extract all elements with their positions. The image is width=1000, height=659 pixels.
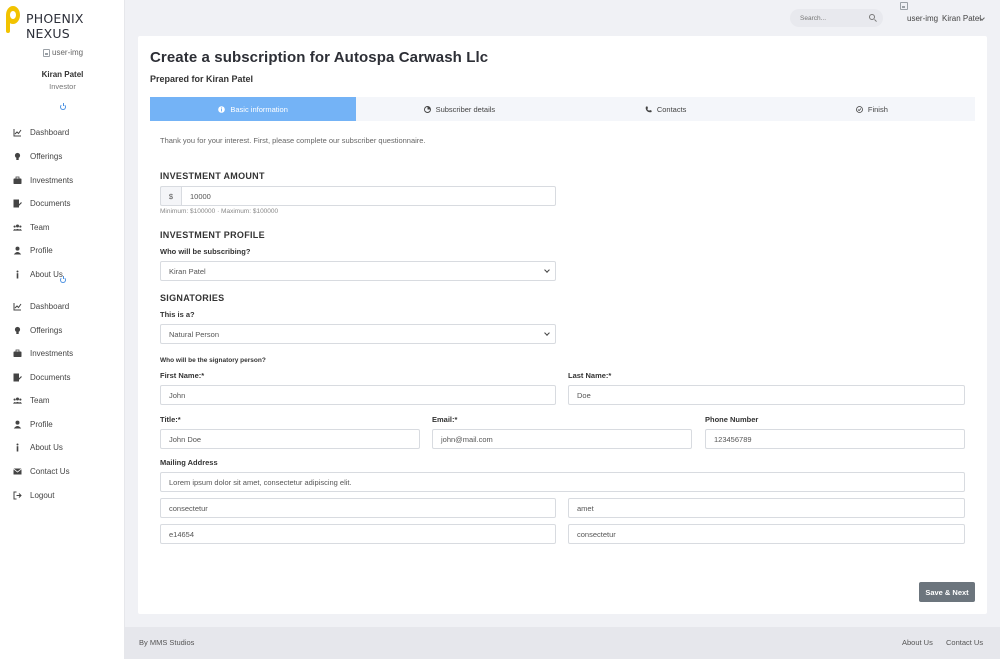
broken-image-icon (43, 48, 50, 57)
sidebar-user-role: Investor (49, 82, 76, 91)
subscriber-label: Who will be subscribing? (160, 247, 251, 256)
topbar: user-img Kiran Patel (125, 0, 1000, 36)
file-signature-icon (13, 373, 22, 382)
address-line-field[interactable]: Lorem ipsum dolor sit amet, consectetur … (160, 472, 965, 492)
phoenix-logo-icon (6, 6, 20, 33)
step-subscriber-details[interactable]: Subscriber details (356, 97, 562, 121)
sidebar-item-dashboard[interactable]: Dashboard (0, 124, 125, 140)
phone-field[interactable]: 123456789 (705, 429, 965, 449)
phone-icon (645, 106, 652, 113)
user-icon (13, 246, 22, 255)
title-label: Title:* (160, 415, 181, 424)
prepared-for: Prepared for Kiran Patel (150, 74, 254, 84)
sidebar-user-name: Kiran Patel (41, 70, 84, 79)
chart-line-icon (13, 302, 22, 311)
sidebar-avatar: user-img (43, 48, 83, 57)
section-signatories: SIGNATORIES (160, 293, 225, 303)
sidebar-item-team[interactable]: Team (0, 219, 125, 235)
save-next-button[interactable]: Save & Next (919, 582, 975, 602)
footer: By MMS Studios About Us Contact Us (125, 627, 1000, 659)
brand-logo[interactable]: PHOENIX NEXUS (0, 0, 125, 41)
amount-hint: Minimum: $100000 · Maximum: $100000 (160, 208, 279, 215)
subscriber-select[interactable]: Kiran Patel (160, 261, 556, 281)
sidebar-item-profile[interactable]: Profile (0, 242, 125, 258)
power-icon[interactable] (60, 103, 66, 110)
footer-credit: By MMS Studios (139, 638, 195, 647)
subscription-card: Create a subscription for Autospa Carwas… (138, 36, 987, 614)
chevron-down-icon (544, 267, 550, 273)
sidebar-item-documents[interactable]: Documents (0, 369, 125, 385)
step-basic-information[interactable]: Basic information (150, 97, 357, 121)
user-icon (13, 420, 22, 429)
topbar-avatar[interactable]: user-img (907, 14, 938, 23)
address-state-field[interactable]: amet (568, 498, 965, 518)
lightbulb-icon (13, 326, 22, 335)
address-city-field[interactable]: consectetur (160, 498, 556, 518)
address-zip-field[interactable]: e14654 (160, 524, 556, 544)
brand-name: PHOENIX NEXUS (26, 11, 84, 41)
info-circle-icon (218, 105, 226, 113)
users-icon (13, 223, 22, 232)
sidebar-item-dashboard[interactable]: Dashboard (0, 298, 125, 314)
sidebar: PHOENIX NEXUS user-img Kiran Patel Inves… (0, 0, 125, 659)
sidebar-item-profile[interactable]: Profile (0, 416, 125, 432)
sign-out-icon (13, 491, 22, 500)
currency-addon: $ (160, 186, 181, 206)
broken-image-icon (900, 2, 908, 10)
step-finish[interactable]: Finish (769, 97, 975, 121)
users-icon (13, 396, 22, 405)
sidebar-item-documents[interactable]: Documents (0, 195, 125, 211)
sidebar-item-contact[interactable]: Contact Us (0, 463, 125, 479)
sidebar-item-investments[interactable]: Investments (0, 172, 125, 188)
sidebar-item-investments[interactable]: Investments (0, 345, 125, 361)
chevron-down-icon (544, 330, 550, 336)
search-icon[interactable] (869, 14, 875, 20)
briefcase-icon (13, 176, 22, 185)
signatory-type-select[interactable]: Natural Person (160, 324, 556, 344)
section-investment-profile: INVESTMENT PROFILE (160, 230, 265, 240)
check-circle-icon (855, 105, 863, 113)
file-signature-icon (13, 199, 22, 208)
topbar-user-name[interactable]: Kiran Patel (942, 14, 981, 23)
title-field[interactable]: John Doe (160, 429, 420, 449)
pie-chart-icon (423, 105, 431, 113)
sidebar-item-logout[interactable]: Logout (0, 487, 125, 503)
last-name-label: Last Name:* (568, 371, 612, 380)
power-icon[interactable] (60, 276, 66, 283)
section-investment-amount: INVESTMENT AMOUNT (160, 171, 265, 181)
info-icon (13, 443, 22, 452)
sidebar-item-team[interactable]: Team (0, 392, 125, 408)
page-title: Create a subscription for Autospa Carwas… (150, 49, 489, 66)
sidebar-item-about[interactable]: About Us (0, 439, 125, 455)
lightbulb-icon (13, 152, 22, 161)
email-label: Email:* (432, 415, 458, 424)
email-field[interactable]: john@mail.com (432, 429, 692, 449)
sidebar-item-offerings[interactable]: Offerings (0, 148, 125, 164)
chart-line-icon (13, 128, 22, 137)
phone-label: Phone Number (705, 415, 759, 424)
intro-text: Thank you for your interest. First, plea… (160, 136, 426, 145)
wizard-steps: Basic information Subscriber details Con… (150, 97, 975, 121)
envelope-icon (13, 467, 22, 476)
info-icon (13, 270, 22, 279)
investment-amount-input[interactable]: 10000 (181, 186, 556, 206)
signatory-type-label: This is a? (160, 310, 195, 319)
step-contacts[interactable]: Contacts (563, 97, 769, 121)
address-country-field[interactable]: consectetur (568, 524, 965, 544)
mailing-address-label: Mailing Address (160, 458, 218, 467)
last-name-field[interactable]: Doe (568, 385, 965, 405)
footer-about-link[interactable]: About Us (902, 638, 933, 647)
first-name-field[interactable]: John (160, 385, 556, 405)
first-name-label: First Name:* (160, 371, 205, 380)
briefcase-icon (13, 349, 22, 358)
signatory-person-label: Who will be the signatory person? (160, 357, 266, 364)
sidebar-item-offerings[interactable]: Offerings (0, 322, 125, 338)
footer-contact-link[interactable]: Contact Us (946, 638, 983, 647)
